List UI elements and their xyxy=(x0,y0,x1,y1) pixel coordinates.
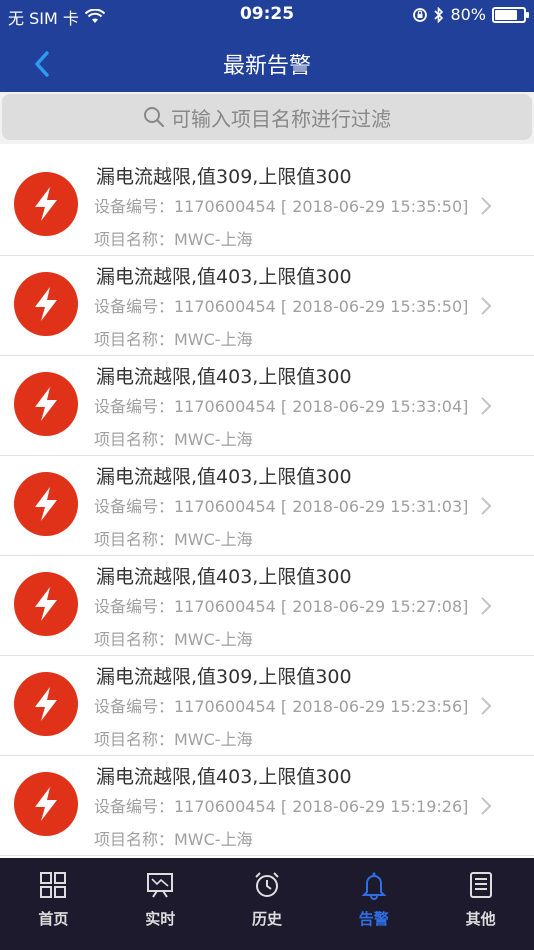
alert-project: 项目名称：MWC-上海 xyxy=(94,630,253,649)
search-input[interactable]: 可输入项目名称进行过滤 xyxy=(2,94,532,140)
alert-list-item[interactable]: 漏电流越限,值403,上限值300 设备编号：1170600454 [ 2018… xyxy=(0,556,534,656)
chevron-right-icon xyxy=(481,197,492,215)
tab-bar: 首页 实时 历史 告警 其他 xyxy=(0,858,534,950)
chevron-right-icon xyxy=(481,597,492,615)
chevron-right-icon xyxy=(481,297,492,315)
alert-project: 项目名称：MWC-上海 xyxy=(94,730,253,749)
lightning-icon xyxy=(14,172,78,236)
alert-title: 漏电流越限,值403,上限值300 xyxy=(96,266,352,288)
tab-label: 首页 xyxy=(38,910,69,928)
alert-project: 项目名称：MWC-上海 xyxy=(94,230,253,249)
lightning-icon xyxy=(14,772,78,836)
alert-project: 项目名称：MWC-上海 xyxy=(94,430,253,449)
battery-percent: 80% xyxy=(450,5,486,24)
alert-title: 漏电流越限,值403,上限值300 xyxy=(96,766,352,788)
alert-device: 设备编号：1170600454 [ 2018-06-29 15:35:50] xyxy=(94,297,469,316)
alert-list-item[interactable]: 漏电流越限,值403,上限值300 设备编号：1170600454 [ 2018… xyxy=(0,256,534,356)
search-bar: 可输入项目名称进行过滤 xyxy=(0,92,534,144)
tab-label: 告警 xyxy=(358,910,389,928)
lightning-icon xyxy=(14,372,78,436)
lightning-icon xyxy=(14,572,78,636)
alert-project: 项目名称：MWC-上海 xyxy=(94,530,253,549)
tab-monitor[interactable]: 实时 xyxy=(107,858,214,950)
search-placeholder: 可输入项目名称进行过滤 xyxy=(171,106,391,131)
alert-list: 漏电流越限,值309,上限值300 设备编号：1170600454 [ 2018… xyxy=(0,156,534,856)
alert-device: 设备编号：1170600454 [ 2018-06-29 15:35:50] xyxy=(94,197,469,216)
header: 无 SIM 卡 09:25 80% 最新告警 xyxy=(0,0,534,92)
tab-alarm-clock[interactable]: 历史 xyxy=(214,858,321,950)
alert-list-item[interactable]: 漏电流越限,值403,上限值300 设备编号：1170600454 [ 2018… xyxy=(0,456,534,556)
lightning-icon xyxy=(14,672,78,736)
tab-label: 历史 xyxy=(251,910,282,928)
page-title: 最新告警 xyxy=(222,54,311,79)
chevron-right-icon xyxy=(481,397,492,415)
alert-title: 漏电流越限,值309,上限值300 xyxy=(96,166,352,188)
chevron-right-icon xyxy=(481,697,492,715)
alert-title: 漏电流越限,值309,上限值300 xyxy=(96,666,352,688)
alert-device: 设备编号：1170600454 [ 2018-06-29 15:23:56] xyxy=(94,697,469,716)
tab-label: 实时 xyxy=(145,910,176,928)
lightning-icon xyxy=(14,472,78,536)
alert-list-item[interactable]: 漏电流越限,值309,上限值300 设备编号：1170600454 [ 2018… xyxy=(0,656,534,756)
chevron-right-icon xyxy=(481,497,492,515)
alert-title: 漏电流越限,值403,上限值300 xyxy=(96,366,352,388)
search-icon xyxy=(144,107,165,128)
bluetooth-icon xyxy=(434,6,444,23)
chevron-right-icon xyxy=(481,797,492,815)
alert-title: 漏电流越限,值403,上限值300 xyxy=(96,466,352,488)
alarm-clock-icon xyxy=(255,872,279,897)
alert-device: 设备编号：1170600454 [ 2018-06-29 15:31:03] xyxy=(94,497,469,516)
alert-list-item[interactable]: 漏电流越限,值309,上限值300 设备编号：1170600454 [ 2018… xyxy=(0,156,534,256)
bell-icon xyxy=(361,872,387,900)
status-bar: 无 SIM 卡 09:25 80% xyxy=(0,0,534,30)
tab-grid[interactable]: 首页 xyxy=(0,858,107,950)
tab-label: 其他 xyxy=(465,910,496,928)
alert-title: 漏电流越限,值403,上限值300 xyxy=(96,566,352,588)
monitor-icon xyxy=(147,873,174,898)
grid-icon xyxy=(40,872,67,898)
tab-list[interactable]: 其他 xyxy=(427,858,534,950)
battery-icon xyxy=(492,6,529,23)
alert-project: 项目名称：MWC-上海 xyxy=(94,330,253,349)
tab-bell[interactable]: 告警 xyxy=(320,858,427,950)
rotation-lock-icon xyxy=(413,7,428,22)
alert-device: 设备编号：1170600454 [ 2018-06-29 15:33:04] xyxy=(94,397,469,416)
alert-list-item[interactable]: 漏电流越限,值403,上限值300 设备编号：1170600454 [ 2018… xyxy=(0,756,534,856)
alert-device: 设备编号：1170600454 [ 2018-06-29 15:19:26] xyxy=(94,797,469,816)
alert-device: 设备编号：1170600454 [ 2018-06-29 15:27:08] xyxy=(94,597,469,616)
alert-list-item[interactable]: 漏电流越限,值403,上限值300 设备编号：1170600454 [ 2018… xyxy=(0,356,534,456)
lightning-icon xyxy=(14,272,78,336)
list-icon xyxy=(469,872,492,898)
alert-project: 项目名称：MWC-上海 xyxy=(94,830,253,849)
